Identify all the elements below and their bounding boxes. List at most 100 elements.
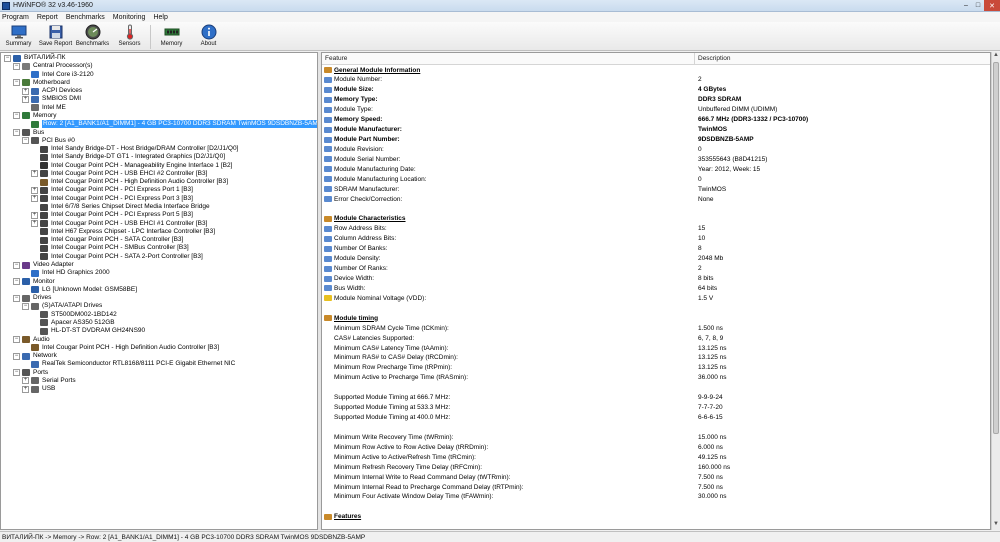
device-tree[interactable]: − ВИТАЛИЙ-ПК − Central Processor(s) Intel Co…	[0, 52, 318, 530]
detail-row[interactable]: Module Manufacturing Date: Year: 2012, We…	[322, 164, 990, 174]
tree-item[interactable]: Intel H67 Express Chipset - LPC Interfac…	[31, 228, 215, 236]
detail-row[interactable]: Column Address Bits: 10	[322, 234, 990, 244]
menu-benchmarks[interactable]: Benchmarks	[66, 14, 105, 21]
tree-item[interactable]: Intel Cougar Point PCH - SATA Controller…	[31, 236, 183, 244]
tree-item[interactable]: − Central Processor(s)	[13, 62, 93, 70]
section-header[interactable]: Module timing	[322, 313, 990, 323]
tree-item[interactable]: + Intel Cougar Point PCH - USB EHCI #2 Co…	[31, 170, 207, 178]
tree-item[interactable]: Row: 2 [A1_BANK1/A1_DIMM1] - 4 GB PC3-10…	[22, 120, 317, 129]
expand-icon[interactable]: +	[31, 186, 38, 194]
tree-item[interactable]: − Audio	[13, 336, 50, 344]
tree-item[interactable]: + Intel Cougar Point PCH - USB EHCI #1 Co…	[31, 220, 207, 228]
detail-row[interactable]: Module Manufacturer: TwinMOS	[322, 125, 990, 135]
detail-row[interactable]: Supported Module Timing at 533.3 MHz: 7-7…	[322, 403, 990, 413]
detail-row[interactable]: Minimum Active to Active/Refresh Time (t…	[322, 452, 990, 462]
tree-item[interactable]: Intel Sandy Bridge-DT - Host Bridge/DRAM…	[31, 145, 238, 153]
tree-item[interactable]: Intel 6/7/8 Series Chipset Direct Media …	[31, 203, 210, 211]
detail-row[interactable]: Supported Module Timing at 400.0 MHz: 6-6…	[322, 413, 990, 423]
collapse-icon[interactable]: −	[22, 302, 29, 310]
tree-item[interactable]: − Motherboard	[13, 79, 70, 87]
tree-item[interactable]: LG [Unknown Model: GSM58BE]	[22, 286, 137, 294]
tree-item[interactable]: − Network	[13, 352, 57, 360]
collapse-icon[interactable]: −	[13, 112, 20, 120]
benchmarks-button[interactable]: Benchmarks	[74, 22, 111, 51]
scroll-down-icon[interactable]: ▼	[992, 521, 1000, 530]
collapse-icon[interactable]: −	[13, 336, 20, 344]
minimize-icon[interactable]: –	[960, 0, 972, 11]
detail-row[interactable]: Minimum Row Precharge Time (tRPmin): 13.1…	[322, 363, 990, 373]
detail-row[interactable]: CAS# Latencies Supported: 6, 7, 8, 9	[322, 333, 990, 343]
tree-item[interactable]: Intel Cougar Point PCH - SMBus Controlle…	[31, 244, 189, 252]
tree-item[interactable]: Intel ME	[22, 104, 66, 112]
detail-row[interactable]: Number Of Banks: 8	[322, 244, 990, 254]
tree-item[interactable]: − PCI Bus #0	[22, 137, 75, 145]
detail-row[interactable]: Minimum SDRAM Cycle Time (tCKmin): 1.500 …	[322, 323, 990, 333]
collapse-icon[interactable]: −	[13, 278, 20, 286]
expand-icon[interactable]: +	[31, 220, 38, 228]
detail-row[interactable]: Minimum Write Recovery Time (tWRmin): 15.…	[322, 432, 990, 442]
tree-item[interactable]: − ВИТАЛИЙ-ПК	[4, 54, 65, 62]
tree-item[interactable]: Intel Cougar Point PCH - Manageability E…	[31, 162, 232, 170]
tree-item[interactable]: Apacer AS350 512GB	[31, 319, 115, 327]
tree-item[interactable]: + Serial Ports	[22, 377, 76, 385]
tree-item[interactable]: + Intel Cougar Point PCH - PCI Express Po…	[31, 195, 193, 203]
menu-program[interactable]: Program	[2, 14, 29, 21]
detail-row[interactable]: Minimum Active to Precharge Time (tRASmi…	[322, 373, 990, 383]
tree-item[interactable]: + SMBIOS DMI	[22, 95, 81, 103]
detail-row[interactable]: Module Nominal Voltage (VDD): 1.5 V	[322, 293, 990, 303]
detail-row[interactable]: Minimum CAS# Latency Time (tAAmin): 13.12…	[322, 343, 990, 353]
tree-item[interactable]: ST500DM002-1BD142	[31, 311, 117, 319]
tree-item[interactable]: Intel Cougar Point PCH - High Definition…	[31, 178, 228, 186]
section-header[interactable]: Module Characteristics	[322, 214, 990, 224]
detail-row[interactable]: SDRAM Manufacturer: TwinMOS	[322, 184, 990, 194]
detail-row[interactable]: Minimum Four Activate Window Delay Time …	[322, 492, 990, 502]
about-button[interactable]: About	[190, 22, 227, 51]
column-header-feature[interactable]: Feature	[325, 55, 347, 62]
menu-report[interactable]: Report	[37, 14, 58, 21]
detail-row[interactable]: Memory Speed: 666.7 MHz (DDR3-1332 / PC3-…	[322, 115, 990, 125]
tree-item[interactable]: RealTek Semiconductor RTL8168/8111 PCI-E…	[22, 360, 235, 368]
detail-row[interactable]: Module Number: 2	[322, 75, 990, 85]
memory-button[interactable]: Memory	[153, 22, 190, 51]
column-header-description[interactable]: Description	[698, 55, 731, 62]
scroll-thumb[interactable]	[993, 62, 999, 434]
detail-row[interactable]: Minimum Internal Write to Read Command D…	[322, 472, 990, 482]
collapse-icon[interactable]: −	[4, 54, 11, 62]
detail-row[interactable]: Module Revision: 0	[322, 144, 990, 154]
tree-item[interactable]: HL-DT-ST DVDRAM GH24NS90	[31, 327, 145, 335]
scroll-up-icon[interactable]: ▲	[992, 52, 1000, 61]
menu-help[interactable]: Help	[153, 14, 167, 21]
tree-item[interactable]: + USB	[22, 385, 55, 393]
detail-row[interactable]: Module Part Number: 9DSDBNZB-5AMP	[322, 135, 990, 145]
section-header[interactable]: General Module Information	[322, 65, 990, 75]
collapse-icon[interactable]: −	[13, 62, 20, 70]
detail-row[interactable]: Error Check/Correction: None	[322, 194, 990, 204]
collapse-icon[interactable]: −	[13, 79, 20, 87]
collapse-icon[interactable]: −	[13, 294, 20, 302]
expand-icon[interactable]: +	[31, 170, 38, 178]
column-divider[interactable]	[694, 53, 695, 65]
detail-row[interactable]: Module Density: 2048 Mb	[322, 254, 990, 264]
tree-item[interactable]: Intel Sandy Bridge-DT GT1 - Integrated G…	[31, 153, 225, 161]
expand-icon[interactable]: +	[31, 195, 38, 203]
collapse-icon[interactable]: −	[13, 261, 20, 269]
tree-item[interactable]: Intel Core i3-2120	[22, 71, 94, 79]
detail-row[interactable]: Row Address Bits: 15	[322, 224, 990, 234]
expand-icon[interactable]: +	[22, 87, 29, 95]
detail-row[interactable]: Number Of Ranks: 2	[322, 264, 990, 274]
tree-item[interactable]: Intel Cougar Point PCH - SATA 2-Port Con…	[31, 253, 203, 261]
collapse-icon[interactable]: −	[13, 352, 20, 360]
collapse-icon[interactable]: −	[13, 129, 20, 137]
detail-row[interactable]: Minimum Refresh Recovery Time Delay (tRF…	[322, 462, 990, 472]
detail-row[interactable]: Supported Module Timing at 666.7 MHz: 9-9…	[322, 393, 990, 403]
tree-item[interactable]: − (S)ATA/ATAPI Drives	[22, 302, 102, 310]
tree-item[interactable]: + Intel Cougar Point PCH - PCI Express Po…	[31, 186, 193, 194]
detail-row[interactable]: Device Width: 8 bits	[322, 274, 990, 284]
detail-row[interactable]: Minimum Internal Read to Precharge Comma…	[322, 482, 990, 492]
maximize-icon[interactable]: □	[972, 0, 984, 11]
tree-item[interactable]: − Memory	[13, 112, 56, 120]
menu-monitoring[interactable]: Monitoring	[113, 14, 146, 21]
section-header[interactable]: Features	[322, 512, 990, 522]
expand-icon[interactable]: +	[22, 385, 29, 393]
tree-item[interactable]: − Bus	[13, 129, 44, 137]
